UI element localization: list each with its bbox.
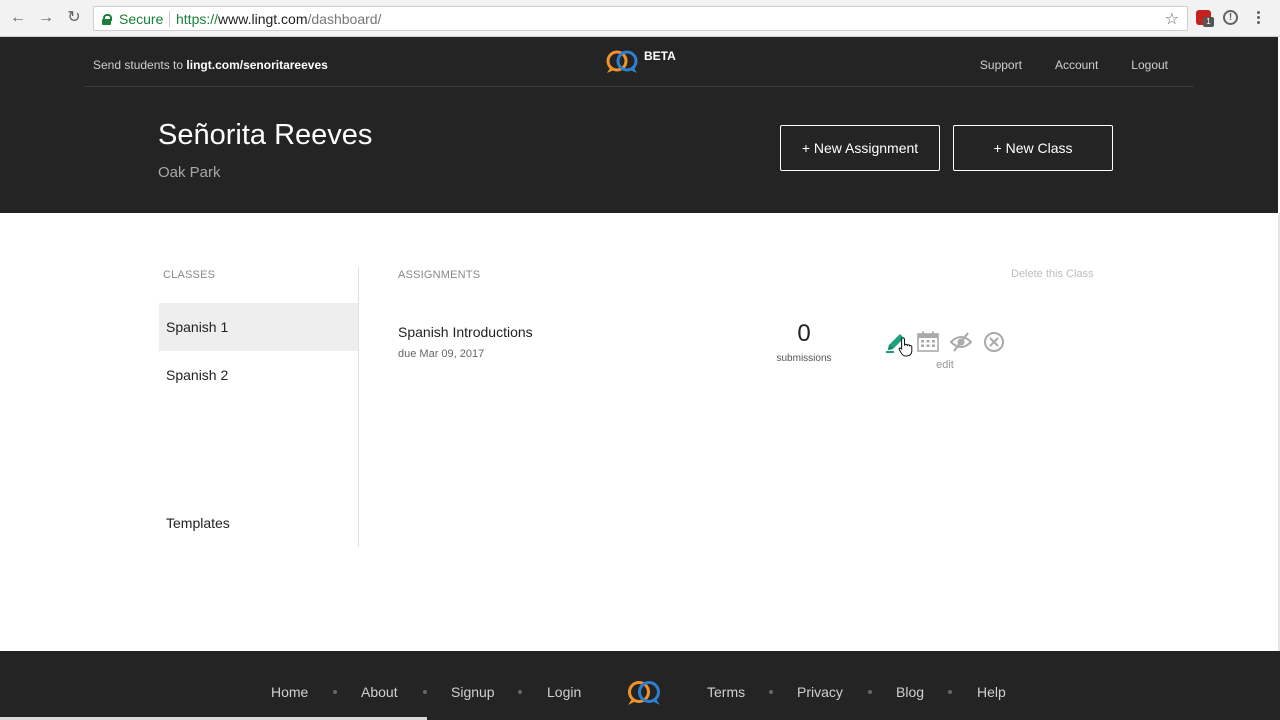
class-item-spanish-2[interactable]: Spanish 2 [159,351,358,399]
class-item-spanish-1[interactable]: Spanish 1 [159,303,358,351]
footer-login-link[interactable]: Login [547,684,581,700]
extension-badge: 1 [1203,17,1214,27]
url-text[interactable]: https://www.lingt.com/dashboard/ [176,11,381,27]
beta-badge: BETA [644,49,676,63]
school-name: Oak Park [158,164,221,181]
footer-separator [333,690,337,694]
reload-icon[interactable]: ↻ [64,8,84,28]
templates-link[interactable]: Templates [166,515,230,531]
submissions-count[interactable]: 0 [774,320,834,348]
footer-terms-link[interactable]: Terms [707,684,745,700]
secure-label: Secure [119,11,164,27]
site-header: Send students to lingt.com/senoritareeve… [0,37,1278,213]
action-hover-label: edit [936,359,954,371]
assignment-due-date: due Mar 09, 2017 [398,348,485,360]
info-icon[interactable]: ! [1223,10,1238,25]
delete-class-link[interactable]: Delete this Class [1011,268,1094,280]
logout-link[interactable]: Logout [1131,58,1168,72]
site-footer: Home About Signup Login Terms Privacy Bl… [0,651,1280,720]
classes-heading: CLASSES [163,269,216,281]
send-students-text: Send students to lingt.com/senoritareeve… [93,58,328,72]
send-prefix: Send students to [93,58,187,72]
column-divider [358,267,359,547]
footer-blog-link[interactable]: Blog [896,684,924,700]
address-bar[interactable]: Secure https://www.lingt.com/dashboard/ … [93,6,1188,31]
hand-cursor-icon [898,337,913,357]
top-bar: Send students to lingt.com/senoritareeve… [84,37,1194,87]
browser-menu-icon[interactable] [1252,9,1264,27]
forward-arrow-icon[interactable]: → [36,8,56,28]
footer-help-link[interactable]: Help [977,684,1006,700]
footer-separator [518,690,522,694]
footer-separator [868,690,872,694]
lingt-logo-icon[interactable] [604,48,640,74]
assignments-heading: ASSIGNMENTS [398,269,481,281]
hide-eye-icon[interactable] [950,331,972,353]
assignment-title[interactable]: Spanish Introductions [398,324,533,340]
url-host: www.lingt.com [218,11,308,27]
url-separator [169,11,170,27]
new-class-button[interactable]: + New Class [953,125,1113,171]
lock-icon [102,13,112,25]
submissions-label: submissions [776,353,832,364]
support-link[interactable]: Support [980,58,1022,72]
footer-home-link[interactable]: Home [271,684,308,700]
footer-separator [423,690,427,694]
dashboard-main: CLASSES ASSIGNMENTS Delete this Class Sp… [0,213,1278,651]
new-assignment-button[interactable]: + New Assignment [780,125,940,171]
footer-privacy-link[interactable]: Privacy [797,684,843,700]
footer-about-link[interactable]: About [361,684,398,700]
url-protocol: https:// [176,11,219,27]
back-arrow-icon[interactable]: ← [8,8,28,28]
bookmark-star-icon[interactable]: ☆ [1165,9,1179,29]
footer-separator [769,690,773,694]
teacher-name: Señorita Reeves [158,119,373,151]
delete-circle-x-icon[interactable] [983,331,1005,353]
footer-lingt-logo-icon[interactable] [625,678,663,706]
footer-signup-link[interactable]: Signup [451,684,495,700]
student-link[interactable]: lingt.com/senoritareeves [186,58,327,72]
calendar-icon[interactable] [917,331,939,353]
browser-toolbar: ← → ↻ Secure https://www.lingt.com/dashb… [0,0,1280,37]
secure-indicator[interactable]: Secure [102,11,163,27]
account-link[interactable]: Account [1055,58,1098,72]
url-path: /dashboard/ [307,11,382,27]
top-nav: Support Account Logout [980,58,1168,72]
footer-separator [948,690,952,694]
